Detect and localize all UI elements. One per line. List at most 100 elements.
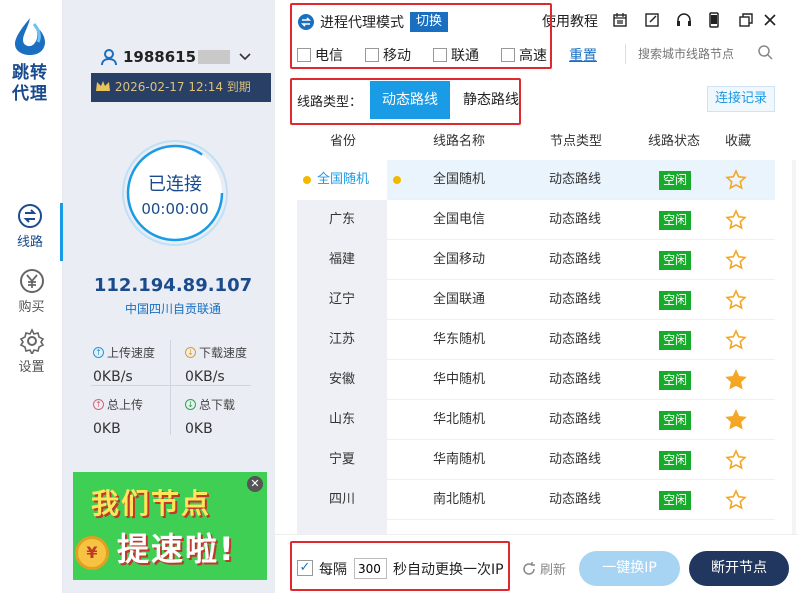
promo-banner[interactable]: 我们节点 提速啦! ¥ ✕ [73, 472, 267, 580]
table-row[interactable]: 南北随机 动态路线 空闲 [387, 480, 775, 520]
line-name-cell: 华中随机 [433, 372, 486, 387]
favorite-star-icon[interactable] [725, 409, 747, 431]
user-icon [101, 49, 117, 66]
col-header-province: 省份 [330, 134, 357, 149]
node-type-cell: 动态路线 [549, 212, 602, 227]
total-upload-value: 0KB [93, 421, 121, 437]
change-ip-button[interactable]: 一键换IP [579, 551, 680, 586]
footer-bar: ✓ 每隔 秒自动更换一次IP 刷新 一键换IP 断开节点 [275, 534, 798, 593]
province-item[interactable]: 福建 [297, 240, 387, 280]
edit-icon[interactable] [644, 12, 660, 28]
col-header-favorite: 收藏 [725, 134, 752, 149]
close-icon[interactable]: ✕ [247, 476, 263, 492]
line-name-cell: 全国移动 [433, 252, 486, 267]
calendar-icon[interactable] [612, 12, 628, 28]
nav-item-settings[interactable]: 设置 [0, 328, 63, 386]
table-row[interactable]: 全国联通 动态路线 空闲 [387, 280, 775, 320]
province-item[interactable]: 辽宁 [297, 280, 387, 320]
table-row[interactable]: 华东随机 动态路线 空闲 [387, 320, 775, 360]
gear-icon [19, 328, 44, 354]
download-speed-label: 下载速度 [199, 346, 248, 360]
total-upload-icon: ↑ [93, 399, 104, 410]
favorite-star-icon[interactable] [725, 489, 747, 511]
status-badge: 空闲 [659, 411, 692, 430]
line-name-cell: 华南随机 [433, 452, 486, 467]
node-type-cell: 动态路线 [549, 252, 602, 267]
province-item[interactable]: 山东 [297, 400, 387, 440]
province-item[interactable]: 广东 [297, 200, 387, 240]
favorite-star-icon[interactable] [725, 289, 747, 311]
table-row[interactable]: 华南随机 动态路线 空闲 [387, 440, 775, 480]
status-badge: 空闲 [659, 291, 692, 310]
total-download-value: 0KB [185, 421, 213, 437]
favorite-star-icon[interactable] [725, 249, 747, 271]
nav-item-buy[interactable]: 购买 [0, 268, 63, 326]
nav-label-buy: 购买 [18, 300, 45, 315]
upload-speed-label: 上传速度 [107, 346, 156, 360]
upload-speed-value: 0KB/s [93, 369, 133, 385]
table-row[interactable]: 华北随机 动态路线 空闲 [387, 400, 775, 440]
refresh-icon [523, 561, 535, 575]
table-row[interactable]: 华中随机 动态路线 空闲 [387, 360, 775, 400]
nav-item-route[interactable]: 线路 [0, 203, 63, 261]
refresh-label: 刷新 [540, 563, 567, 578]
line-name-cell: 全国电信 [433, 212, 486, 227]
line-name-cell: 全国联通 [433, 292, 486, 307]
status-badge: 空闲 [659, 371, 692, 390]
refresh-button[interactable]: 刷新 [521, 559, 566, 578]
status-badge: 空闲 [659, 451, 692, 470]
search-icon[interactable] [757, 44, 773, 60]
mobile-icon[interactable] [706, 12, 722, 28]
chevron-down-icon [239, 53, 251, 61]
province-item[interactable]: 宁夏 [297, 440, 387, 480]
left-nav: 跳转 代理 线路 购买 设置 [0, 0, 63, 593]
favorite-star-icon[interactable] [725, 369, 747, 391]
reset-link[interactable]: 重置 [569, 45, 597, 65]
download-icon: ↓ [185, 347, 196, 358]
download-speed-stat: ↓ 下载速度 0KB/s [185, 344, 247, 385]
user-name-mask [198, 50, 231, 64]
logo-text-2: 代理 [12, 84, 48, 104]
connection-status: 已连接 [148, 174, 202, 195]
stats-divider-v [170, 340, 171, 435]
node-type-cell: 动态路线 [549, 412, 602, 427]
table-row[interactable]: 全国随机 动态路线 空闲 [387, 160, 775, 200]
status-badge: 空闲 [659, 491, 692, 510]
account-panel: 1988615 2026-02-17 12:14 到期 已连接 00:00:00… [63, 0, 275, 593]
upload-icon: ↑ [93, 347, 104, 358]
connection-timer: 00:00:00 [141, 200, 209, 218]
favorite-star-icon[interactable] [725, 209, 747, 231]
favorite-star-icon[interactable] [725, 449, 747, 471]
province-item[interactable]: 江苏 [297, 320, 387, 360]
disconnect-button[interactable]: 断开节点 [689, 551, 789, 586]
logo-text-1: 跳转 [12, 63, 48, 83]
headset-icon[interactable] [676, 12, 692, 28]
line-name-cell: 华北随机 [433, 412, 486, 427]
province-item[interactable]: 安徽 [297, 360, 387, 400]
close-window-icon[interactable] [762, 12, 778, 28]
col-header-line-name: 线路名称 [433, 134, 486, 149]
province-item[interactable]: 四川 [297, 480, 387, 520]
status-badge: 空闲 [659, 171, 692, 190]
node-type-cell: 动态路线 [549, 452, 602, 467]
user-dropdown[interactable]: 1988615 [99, 45, 252, 69]
selected-dot-icon [393, 176, 401, 184]
highlight-box-auto-change [290, 541, 510, 591]
province-label: 全国随机 [317, 172, 370, 187]
favorite-star-icon[interactable] [725, 329, 747, 351]
main-panel: 进程代理模式 切换 使用教程 电信 移动 联通 高速 重置 线路类型： 动态路线… [275, 0, 798, 593]
total-upload-label: 总上传 [107, 398, 144, 412]
node-type-cell: 动态路线 [549, 332, 602, 347]
selected-dot-icon [303, 175, 311, 184]
province-item[interactable]: 全国随机 [297, 160, 387, 200]
favorite-star-icon[interactable] [725, 169, 747, 191]
status-badge: 空闲 [659, 331, 692, 350]
user-name: 1988615 [123, 48, 197, 66]
app-logo: 跳转 代理 [0, 16, 60, 105]
scrollbar[interactable] [792, 160, 796, 534]
connection-record-button[interactable]: 连接记录 [707, 86, 775, 112]
total-download-label: 总下载 [199, 398, 236, 412]
table-row[interactable]: 全国电信 动态路线 空闲 [387, 200, 775, 240]
table-row[interactable]: 全国移动 动态路线 空闲 [387, 240, 775, 280]
restore-window-icon[interactable] [738, 12, 754, 28]
